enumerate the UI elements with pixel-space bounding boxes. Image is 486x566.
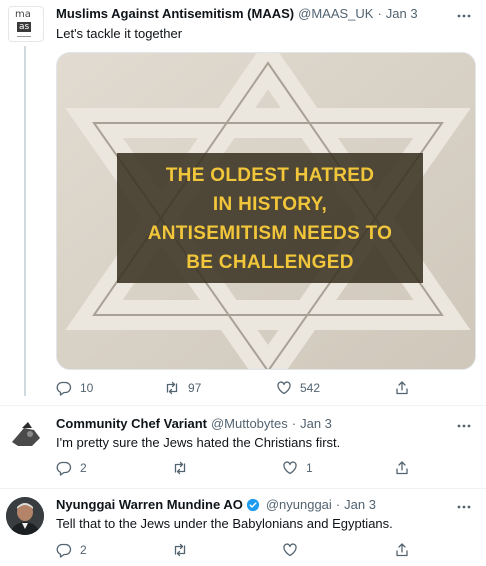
share-icon bbox=[396, 381, 408, 395]
tweet-actions: 2 1 bbox=[56, 460, 416, 480]
like-count: 542 bbox=[300, 381, 321, 395]
tweet-actions: 2 bbox=[56, 542, 416, 562]
reply-count: 10 bbox=[80, 381, 94, 395]
heart-icon bbox=[283, 543, 297, 557]
tweet-reply-2[interactable]: Nyunggai Warren Mundine AO @nyunggai · J… bbox=[0, 489, 486, 566]
author-handle[interactable]: @MAAS_UK bbox=[298, 6, 373, 21]
reply-button[interactable]: 10 bbox=[56, 380, 93, 396]
thread-line bbox=[24, 46, 26, 396]
retweet-count: 97 bbox=[188, 381, 202, 395]
reply-icon bbox=[56, 381, 72, 396]
like-button[interactable]: 1 bbox=[282, 460, 313, 476]
caption-line: BE CHALLENGED bbox=[186, 252, 354, 273]
caption-line: ANTISEMITISM NEEDS TO bbox=[147, 223, 393, 244]
share-icon bbox=[396, 543, 408, 557]
separator: · bbox=[335, 497, 341, 512]
more-options-icon[interactable] bbox=[456, 418, 472, 434]
reply-button[interactable]: 2 bbox=[56, 460, 87, 476]
tweet-text: Tell that to the Jews under the Babyloni… bbox=[56, 516, 393, 531]
separator: · bbox=[291, 416, 297, 431]
caption-line: THE OLDEST HATRED bbox=[165, 165, 375, 186]
avatar-image bbox=[12, 422, 40, 446]
author-name[interactable]: Community Chef Variant bbox=[56, 416, 207, 431]
reply-button[interactable]: 2 bbox=[56, 542, 87, 558]
more-options-icon[interactable] bbox=[456, 499, 472, 515]
retweet-icon bbox=[174, 543, 186, 557]
retweet-icon bbox=[166, 381, 178, 395]
reply-count: 2 bbox=[80, 461, 87, 475]
avatar-logo-top: ma bbox=[15, 9, 31, 20]
tweet-reply-1[interactable]: Community Chef Variant @Muttobytes · Jan… bbox=[0, 406, 486, 488]
author-name[interactable]: Nyunggai Warren Mundine AO bbox=[56, 497, 243, 512]
like-count: 1 bbox=[306, 461, 313, 475]
retweet-button[interactable]: 97 bbox=[164, 380, 201, 396]
more-options-icon[interactable] bbox=[456, 8, 472, 24]
tweet-text: I'm pretty sure the Jews hated the Chris… bbox=[56, 435, 341, 450]
share-icon bbox=[396, 461, 408, 475]
like-button[interactable] bbox=[282, 542, 306, 558]
avatar-image bbox=[6, 497, 44, 535]
reply-icon bbox=[56, 543, 72, 558]
separator: · bbox=[377, 6, 382, 21]
avatar[interactable] bbox=[6, 497, 44, 535]
share-button[interactable] bbox=[394, 542, 410, 558]
avatar-logo-lines bbox=[17, 36, 31, 37]
like-button[interactable]: 542 bbox=[276, 380, 320, 396]
tweet-text: Let's tackle it together bbox=[56, 26, 183, 41]
author-name[interactable]: Muslims Against Antisemitism (MAAS) bbox=[56, 6, 294, 21]
tweet-image[interactable]: THE OLDEST HATRED IN HISTORY, ANTISEMITI… bbox=[56, 52, 476, 370]
timestamp[interactable]: Jan 3 bbox=[300, 416, 332, 431]
reply-icon bbox=[56, 461, 72, 476]
tweet-header: Nyunggai Warren Mundine AO @nyunggai · J… bbox=[56, 497, 456, 512]
tweet-maas[interactable]: ma as Muslims Against Antisemitism (MAAS… bbox=[0, 0, 486, 405]
retweet-button[interactable] bbox=[172, 542, 196, 558]
avatar-logo-bottom: as bbox=[17, 22, 32, 32]
verified-badge-icon bbox=[246, 498, 260, 512]
timestamp[interactable]: Jan 3 bbox=[386, 6, 418, 21]
heart-icon bbox=[283, 461, 297, 475]
retweet-icon bbox=[174, 461, 186, 475]
share-button[interactable] bbox=[394, 460, 410, 476]
author-handle[interactable]: @nyunggai bbox=[266, 497, 332, 512]
tweet-header: Muslims Against Antisemitism (MAAS) @MAA… bbox=[56, 6, 456, 21]
share-button[interactable] bbox=[394, 380, 410, 396]
avatar[interactable]: ma as bbox=[8, 6, 44, 42]
image-caption: THE OLDEST HATRED IN HISTORY, ANTISEMITI… bbox=[117, 161, 423, 277]
avatar[interactable] bbox=[8, 416, 44, 452]
heart-icon bbox=[277, 381, 291, 395]
tweet-header: Community Chef Variant @Muttobytes · Jan… bbox=[56, 416, 456, 431]
retweet-button[interactable] bbox=[172, 460, 196, 476]
reply-count: 2 bbox=[80, 543, 87, 557]
caption-line: IN HISTORY, bbox=[212, 194, 328, 215]
tweet-actions: 10 97 542 bbox=[56, 380, 416, 400]
timestamp[interactable]: Jan 3 bbox=[344, 497, 376, 512]
author-handle[interactable]: @Muttobytes bbox=[211, 416, 288, 431]
